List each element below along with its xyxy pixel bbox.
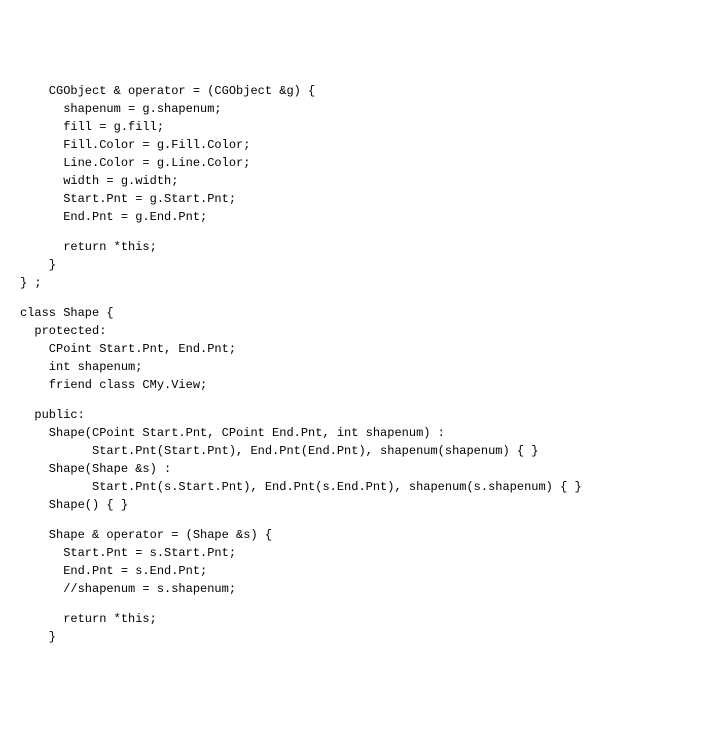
code-line: public: <box>20 406 700 424</box>
code-line: } ; <box>20 274 700 292</box>
code-line: Start.Pnt = g.Start.Pnt; <box>20 190 700 208</box>
code-line <box>20 394 700 406</box>
code-line: Line.Color = g.Line.Color; <box>20 154 700 172</box>
code-line: CGObject & operator = (CGObject &g) { <box>20 82 700 100</box>
code-line: int shapenum; <box>20 358 700 376</box>
code-line: Start.Pnt(Start.Pnt), End.Pnt(End.Pnt), … <box>20 442 700 460</box>
code-line: return *this; <box>20 610 700 628</box>
code-line: Shape & operator = (Shape &s) { <box>20 526 700 544</box>
code-line: } <box>20 628 700 646</box>
code-line <box>20 226 700 238</box>
code-line: Start.Pnt = s.Start.Pnt; <box>20 544 700 562</box>
code-line: fill = g.fill; <box>20 118 700 136</box>
code-line <box>20 292 700 304</box>
code-line: Fill.Color = g.Fill.Color; <box>20 136 700 154</box>
code-line: } <box>20 256 700 274</box>
code-line: Shape() { } <box>20 496 700 514</box>
code-line <box>20 514 700 526</box>
code-line <box>20 598 700 610</box>
code-line: shapenum = g.shapenum; <box>20 100 700 118</box>
code-line: Start.Pnt(s.Start.Pnt), End.Pnt(s.End.Pn… <box>20 478 700 496</box>
code-line: protected: <box>20 322 700 340</box>
code-line: friend class CMy.View; <box>20 376 700 394</box>
code-line: width = g.width; <box>20 172 700 190</box>
code-line: End.Pnt = g.End.Pnt; <box>20 208 700 226</box>
code-line: Shape(CPoint Start.Pnt, CPoint End.Pnt, … <box>20 424 700 442</box>
code-block: CGObject & operator = (CGObject &g) { sh… <box>20 82 700 646</box>
code-line: class Shape { <box>20 304 700 322</box>
code-line: return *this; <box>20 238 700 256</box>
code-line: Shape(Shape &s) : <box>20 460 700 478</box>
code-line: End.Pnt = s.End.Pnt; <box>20 562 700 580</box>
code-line: //shapenum = s.shapenum; <box>20 580 700 598</box>
code-line: CPoint Start.Pnt, End.Pnt; <box>20 340 700 358</box>
